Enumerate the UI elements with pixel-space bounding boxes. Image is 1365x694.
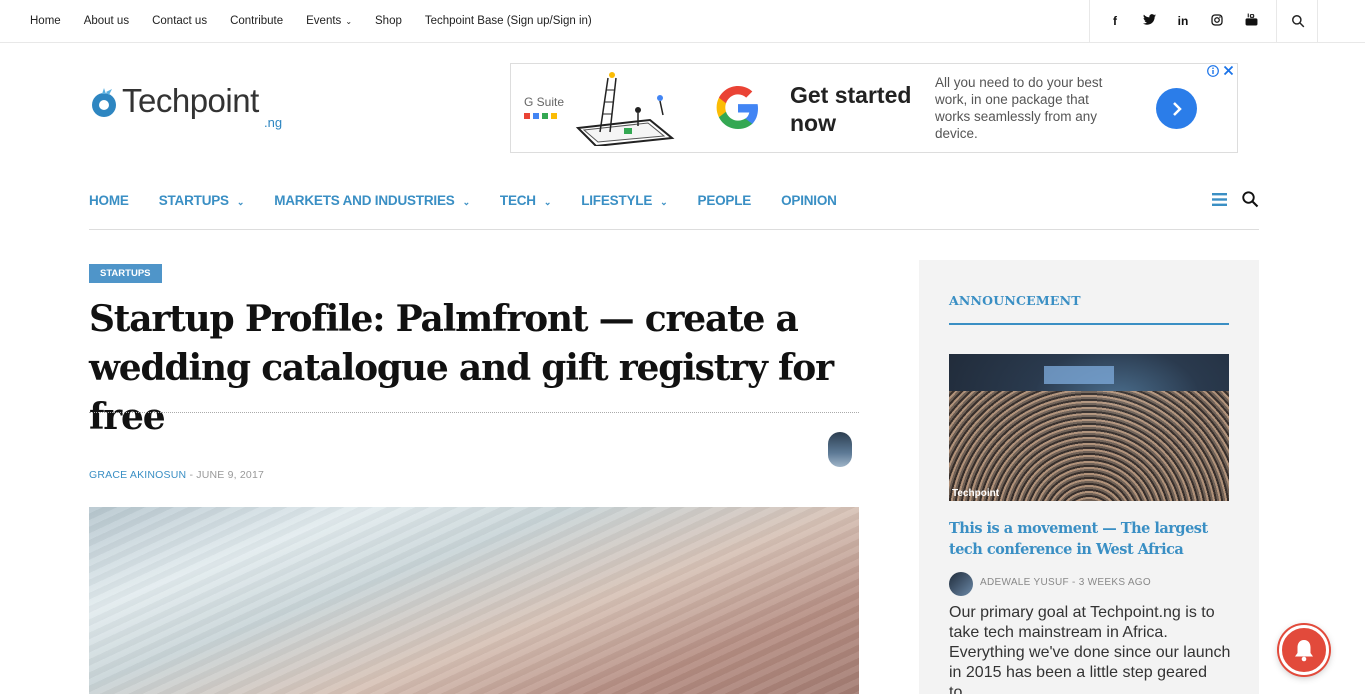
announcement-meta: ADEWALE YUSUF - 3 WEEKS AGO — [980, 577, 1151, 588]
category-badge[interactable]: STARTUPS — [89, 264, 162, 283]
announcement-time: 3 WEEKS AGO — [1078, 577, 1151, 588]
ad-copy: All you need to do your best work, in on… — [935, 75, 1103, 141]
ad-choices — [1207, 65, 1234, 77]
announcement-title-link[interactable]: This is a movement — The largest tech co… — [949, 518, 1229, 560]
sidebar-section-title: ANNOUNCEMENT — [949, 293, 1081, 308]
conference-crowd — [949, 391, 1229, 501]
topnav-shop-link[interactable]: Shop — [375, 15, 402, 27]
twitter-icon[interactable] — [1139, 14, 1159, 28]
top-search-button[interactable] — [1278, 0, 1318, 42]
social-links: f in — [1089, 0, 1277, 42]
nav-tech[interactable]: TECH ⌄ — [499, 192, 552, 208]
image-watermark: Techpoint — [952, 488, 1000, 499]
article-byline: GRACE AKINOSUN - JUNE 9, 2017 — [89, 469, 264, 481]
sidebar-announcement: ANNOUNCEMENT Techpoint This is a movemen… — [919, 260, 1259, 694]
topnav-events-label: Events — [306, 15, 342, 27]
chevron-down-icon: ⌄ — [462, 196, 471, 207]
info-icon[interactable] — [1207, 65, 1219, 77]
article-date: JUNE 9, 2017 — [196, 469, 265, 481]
ad-headline: Get started now — [790, 82, 912, 136]
site-logo[interactable]: Techpoint .ng — [89, 82, 289, 132]
announcement-author[interactable]: ADEWALE YUSUF — [980, 577, 1069, 588]
author-link[interactable]: GRACE AKINOSUN — [89, 469, 186, 481]
logo-mark-icon — [92, 88, 116, 117]
notification-bell-button[interactable] — [1279, 625, 1329, 675]
nav-home[interactable]: HOME — [89, 193, 129, 208]
logo-tld: .ng — [264, 115, 283, 130]
nav-tech-label: TECH — [499, 192, 536, 208]
nav-startups-label: STARTUPS — [158, 192, 229, 208]
topnav-events-menu[interactable]: Events ⌄ — [306, 15, 352, 27]
nav-lifestyle[interactable]: LIFESTYLE ⌄ — [581, 192, 668, 208]
nav-startups[interactable]: STARTUPS ⌄ — [159, 193, 245, 208]
nav-people-label: PEOPLE — [697, 192, 752, 208]
stage-screen — [1044, 366, 1114, 384]
search-icon[interactable] — [1241, 190, 1259, 208]
top-navigation: Home About us Contact us Contribute Even… — [30, 0, 615, 42]
ad-cta-button[interactable] — [1156, 88, 1197, 129]
chevron-down-icon: ⌄ — [660, 196, 668, 207]
topnav-contribute-link[interactable]: Contribute — [230, 15, 283, 27]
nav-lifestyle-label: LIFESTYLE — [581, 192, 653, 208]
linkedin-icon[interactable]: in — [1173, 14, 1193, 28]
nav-tools — [1212, 190, 1259, 208]
menu-icon[interactable] — [1212, 192, 1227, 206]
chevron-down-icon: ⌄ — [345, 17, 353, 26]
chevron-down-icon: ⌄ — [236, 196, 245, 207]
nav-markets-and-industries[interactable]: MARKETS AND INDUSTRIES ⌄ — [274, 193, 470, 208]
facebook-icon[interactable]: f — [1105, 14, 1125, 28]
nav-people[interactable]: PEOPLE — [698, 193, 752, 208]
topnav-signin-link[interactable]: Techpoint Base (Sign up/Sign in) — [425, 15, 592, 27]
article-title: Startup Profile: Palmfront — create a we… — [89, 298, 834, 438]
chevron-right-icon — [1172, 101, 1182, 116]
ad-illustration — [575, 72, 675, 146]
article-hero-image — [89, 507, 859, 694]
advertisement-banner[interactable]: G Suite Get started now All you need to … — [510, 63, 1238, 153]
close-icon[interactable] — [1223, 65, 1234, 76]
top-bar: Home About us Contact us Contribute Even… — [0, 0, 1365, 43]
nav-opinion[interactable]: OPINION — [781, 193, 837, 208]
sidebar-title-underline — [949, 323, 1229, 325]
announcement-image[interactable]: Techpoint — [949, 354, 1229, 501]
announcement-excerpt: Our primary goal at Techpoint.ng is to t… — [949, 604, 1231, 694]
main-navigation: HOME STARTUPS ⌄ MARKETS AND INDUSTRIES ⌄ T… — [89, 182, 1259, 230]
topnav-home-link[interactable]: Home — [30, 15, 61, 27]
meta-separator: - — [1072, 577, 1079, 588]
title-divider — [89, 412, 859, 413]
avatar[interactable] — [949, 572, 973, 596]
bell-icon — [1295, 640, 1313, 662]
nav-home-label: HOME — [89, 192, 129, 208]
chevron-down-icon: ⌄ — [543, 196, 552, 207]
logo-wordmark: Techpoint — [122, 82, 259, 119]
search-icon — [1291, 15, 1304, 28]
gsuite-app-icons — [524, 113, 557, 119]
google-logo-icon — [716, 86, 758, 129]
youtube-icon[interactable] — [1241, 13, 1261, 29]
instagram-icon[interactable] — [1207, 13, 1227, 29]
ad-brand: G Suite — [524, 95, 565, 109]
topnav-contact-link[interactable]: Contact us — [152, 15, 207, 27]
author-avatar[interactable] — [828, 432, 852, 467]
nav-markets-label: MARKETS AND INDUSTRIES — [274, 192, 455, 208]
topnav-about-link[interactable]: About us — [84, 15, 129, 27]
nav-opinion-label: OPINION — [781, 192, 837, 208]
